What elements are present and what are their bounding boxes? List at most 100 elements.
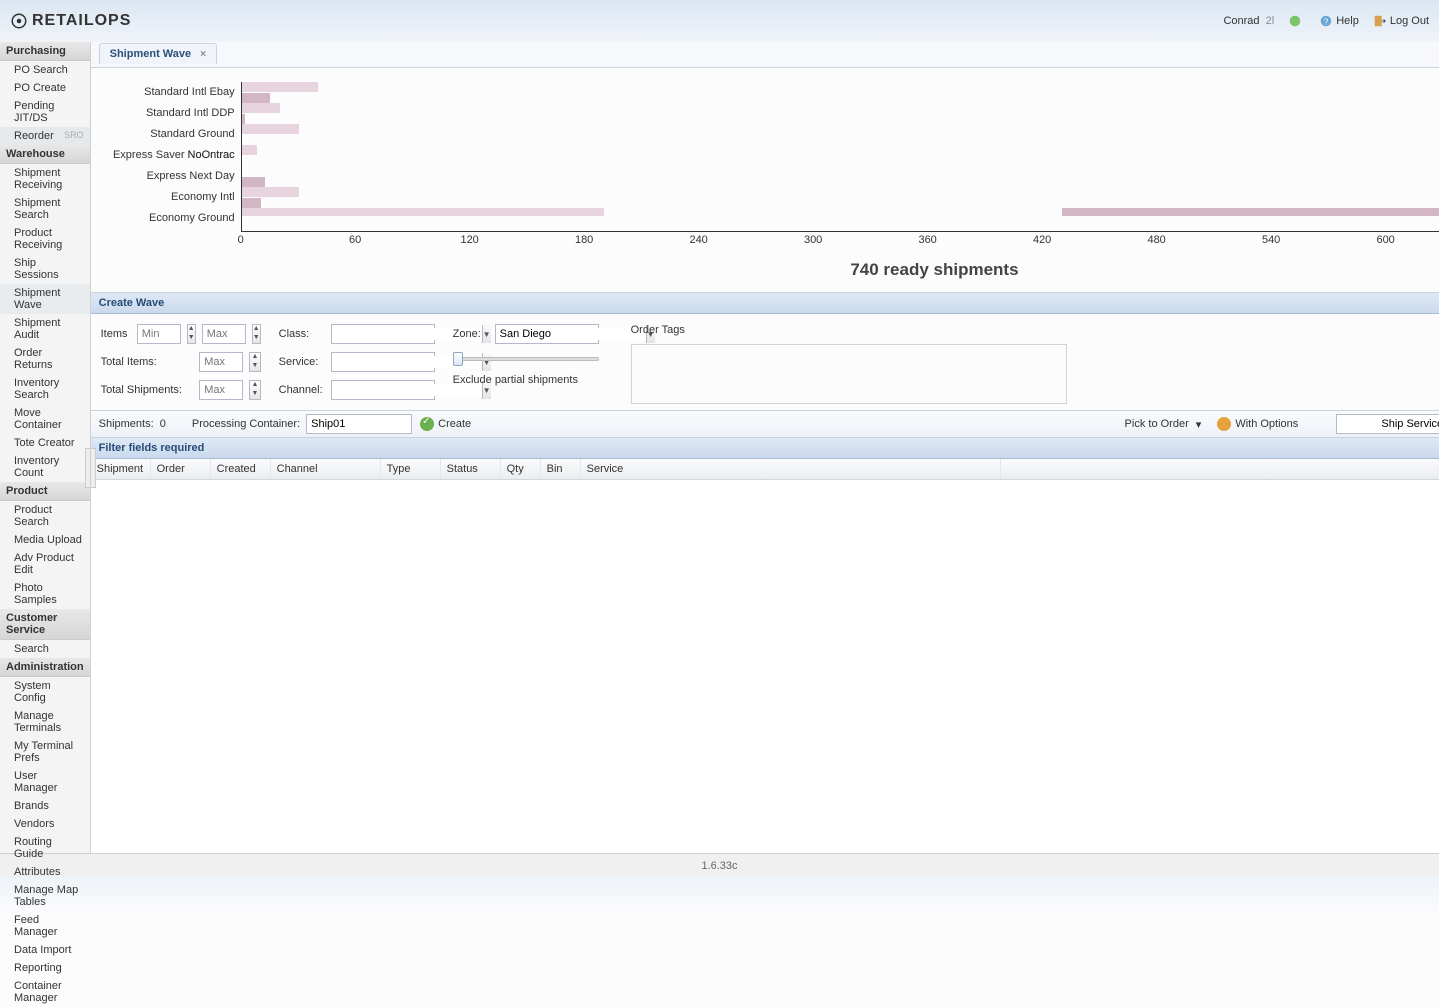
- label-total-shipments: Total Shipments:: [101, 384, 194, 396]
- total-shipments-max-input[interactable]: [199, 380, 243, 400]
- sidebar-item-inventory-search[interactable]: Inventory Search: [0, 374, 90, 404]
- sidebar-item-routing-guide[interactable]: Routing Guide: [0, 833, 90, 863]
- sidebar-item-search[interactable]: Search: [0, 640, 90, 658]
- grid-col-channel[interactable]: Channel: [271, 459, 381, 479]
- spinner-btn[interactable]: ▲▼: [249, 352, 260, 372]
- tab-label: Shipment Wave: [110, 48, 192, 60]
- sidebar-item-photo-samples[interactable]: Photo Samples: [0, 579, 90, 609]
- grid-col-service[interactable]: Service: [581, 459, 1001, 479]
- options-icon: [1217, 417, 1231, 431]
- chart-x-axis: 060120180240300360420480540600: [241, 232, 1439, 250]
- sidebar-group-administration[interactable]: Administration: [0, 658, 90, 677]
- header: RETAILOPS Conrad 2l ?Help Log Out: [0, 0, 1439, 42]
- sidebar-item-move-container[interactable]: Move Container: [0, 404, 90, 434]
- grid-col-status[interactable]: Status: [441, 459, 501, 479]
- sidebar-item-attributes[interactable]: Attributes: [0, 863, 90, 881]
- create-wave-form: Items ▲▼ ▲▼ Total Items: ▲▼ Total Shipme…: [91, 314, 1439, 410]
- sidebar-item-vendors[interactable]: Vendors: [0, 815, 90, 833]
- sidebar-item-order-returns[interactable]: Order Returns: [0, 344, 90, 374]
- logout-link[interactable]: Log Out: [1373, 14, 1429, 28]
- create-button[interactable]: Create: [412, 415, 479, 433]
- sidebar-item-system-config[interactable]: System Config: [0, 677, 90, 707]
- sidebar-item-shipment-search[interactable]: Shipment Search: [0, 194, 90, 224]
- label-channel: Channel:: [279, 384, 325, 396]
- items-min-input[interactable]: [137, 324, 181, 344]
- class-combo[interactable]: ▼: [331, 324, 435, 344]
- container-label: Processing Container:: [192, 418, 300, 430]
- tab-bar: Shipment Wave ×: [91, 42, 1439, 68]
- sidebar-group-product[interactable]: Product: [0, 482, 90, 501]
- channel-combo[interactable]: ▼: [331, 380, 435, 400]
- sidebar-item-po-create[interactable]: PO Create: [0, 79, 90, 97]
- sidebar-group-purchasing[interactable]: Purchasing: [0, 42, 90, 61]
- sidebar-item-manage-terminals[interactable]: Manage Terminals: [0, 707, 90, 737]
- sidebar-item-product-search[interactable]: Product Search: [0, 501, 90, 531]
- sidebar-group-customer-service[interactable]: Customer Service: [0, 609, 90, 640]
- user-name[interactable]: Conrad 2l: [1223, 15, 1274, 27]
- sidebar-item-po-search[interactable]: PO Search: [0, 61, 90, 79]
- gear-icon: [10, 12, 28, 30]
- sidebar-item-brands[interactable]: Brands: [0, 797, 90, 815]
- label-order-tags: Order Tags: [631, 324, 1067, 336]
- service-combo[interactable]: ▼: [331, 352, 435, 372]
- help-link[interactable]: ?Help: [1319, 14, 1359, 28]
- grid-col-order[interactable]: Order: [151, 459, 211, 479]
- total-items-max-input[interactable]: [199, 352, 243, 372]
- sidebar-item-ship-sessions[interactable]: Ship Sessions: [0, 254, 90, 284]
- sidebar-item-data-import[interactable]: Data Import: [0, 941, 90, 959]
- spinner-btn[interactable]: ▲▼: [249, 380, 260, 400]
- sidebar-group-warehouse[interactable]: Warehouse: [0, 145, 90, 164]
- sidebar-item-my-terminal-prefs[interactable]: My Terminal Prefs: [0, 737, 90, 767]
- pick-to-order-button[interactable]: Pick to Order ▾: [1117, 416, 1210, 433]
- items-max-input[interactable]: [202, 324, 246, 344]
- sidebar-item-shipment-receiving[interactable]: Shipment Receiving: [0, 164, 90, 194]
- order-tags-box[interactable]: [631, 344, 1067, 404]
- sidebar-item-shipment-wave[interactable]: Shipment Wave: [0, 284, 90, 314]
- sidebar-item-container-manager[interactable]: Container Manager: [0, 977, 90, 1007]
- ship-service-combo[interactable]: ▼: [1336, 414, 1439, 434]
- label-class: Class:: [279, 328, 325, 340]
- check-icon: [420, 417, 434, 431]
- sidebar-item-media-upload[interactable]: Media Upload: [0, 531, 90, 549]
- grid-col-shipment[interactable]: Shipment: [91, 459, 151, 479]
- chart-canvas: [241, 82, 1439, 232]
- grid-col-qty[interactable]: Qty: [501, 459, 541, 479]
- sidebar-item-product-receiving[interactable]: Product Receiving: [0, 224, 90, 254]
- sidebar-item-reporting[interactable]: Reporting: [0, 959, 90, 977]
- with-options-button[interactable]: With Options: [1209, 415, 1306, 433]
- sidebar-item-user-manager[interactable]: User Manager: [0, 767, 90, 797]
- label-exclude: Exclude partial shipments: [453, 374, 578, 386]
- sidebar-item-adv-product-edit[interactable]: Adv Product Edit: [0, 549, 90, 579]
- version-label: 1.6.33c: [701, 860, 737, 872]
- sidebar-item-inventory-count[interactable]: Inventory Count: [0, 452, 90, 482]
- collapse-handle-right[interactable]: [85, 448, 91, 488]
- chart-summary: 740 ready shipments: [101, 250, 1439, 286]
- grid-col-type[interactable]: Type: [381, 459, 441, 479]
- sidebar-item-pending-jit-ds[interactable]: Pending JIT/DS: [0, 97, 90, 127]
- slider[interactable]: [453, 352, 599, 366]
- grid-col-created[interactable]: Created: [211, 459, 271, 479]
- grid-col-bin[interactable]: Bin: [541, 459, 581, 479]
- zone-combo[interactable]: ▼: [495, 324, 599, 344]
- logo: RETAILOPS: [10, 12, 131, 30]
- processing-container-input[interactable]: [306, 414, 412, 434]
- spinner-btn[interactable]: ▲▼: [187, 324, 196, 344]
- create-wave-panel: Create Wave Items ▲▼ ▲▼ Total Items: ▲▼ …: [91, 292, 1439, 853]
- logo-text: RETAILOPS: [32, 12, 131, 30]
- status-bar: 1.6.33c: [0, 853, 1439, 877]
- sidebar-item-feed-manager[interactable]: Feed Manager: [0, 911, 90, 941]
- chart-y-labels: Standard Intl EbayStandard Intl DDPStand…: [101, 82, 241, 232]
- sidebar-item-reorder[interactable]: ReorderSRO: [0, 127, 90, 145]
- label-zone: Zone:: [453, 328, 489, 340]
- shipments-count-label: Shipments: 0: [99, 418, 166, 430]
- sidebar-item-tote-creator[interactable]: Tote Creator: [0, 434, 90, 452]
- chart-area: Standard Intl EbayStandard Intl DDPStand…: [91, 68, 1439, 292]
- sidebar-item-manage-map-tables[interactable]: Manage Map Tables: [0, 881, 90, 911]
- spinner-btn[interactable]: ▲▼: [252, 324, 261, 344]
- label-items: Items: [101, 328, 131, 340]
- presence-icon[interactable]: [1288, 14, 1305, 28]
- panel-header-create-wave: Create Wave: [91, 293, 1439, 314]
- tab-shipment-wave[interactable]: Shipment Wave ×: [99, 43, 217, 64]
- close-icon[interactable]: ×: [200, 49, 206, 60]
- sidebar-item-shipment-audit[interactable]: Shipment Audit: [0, 314, 90, 344]
